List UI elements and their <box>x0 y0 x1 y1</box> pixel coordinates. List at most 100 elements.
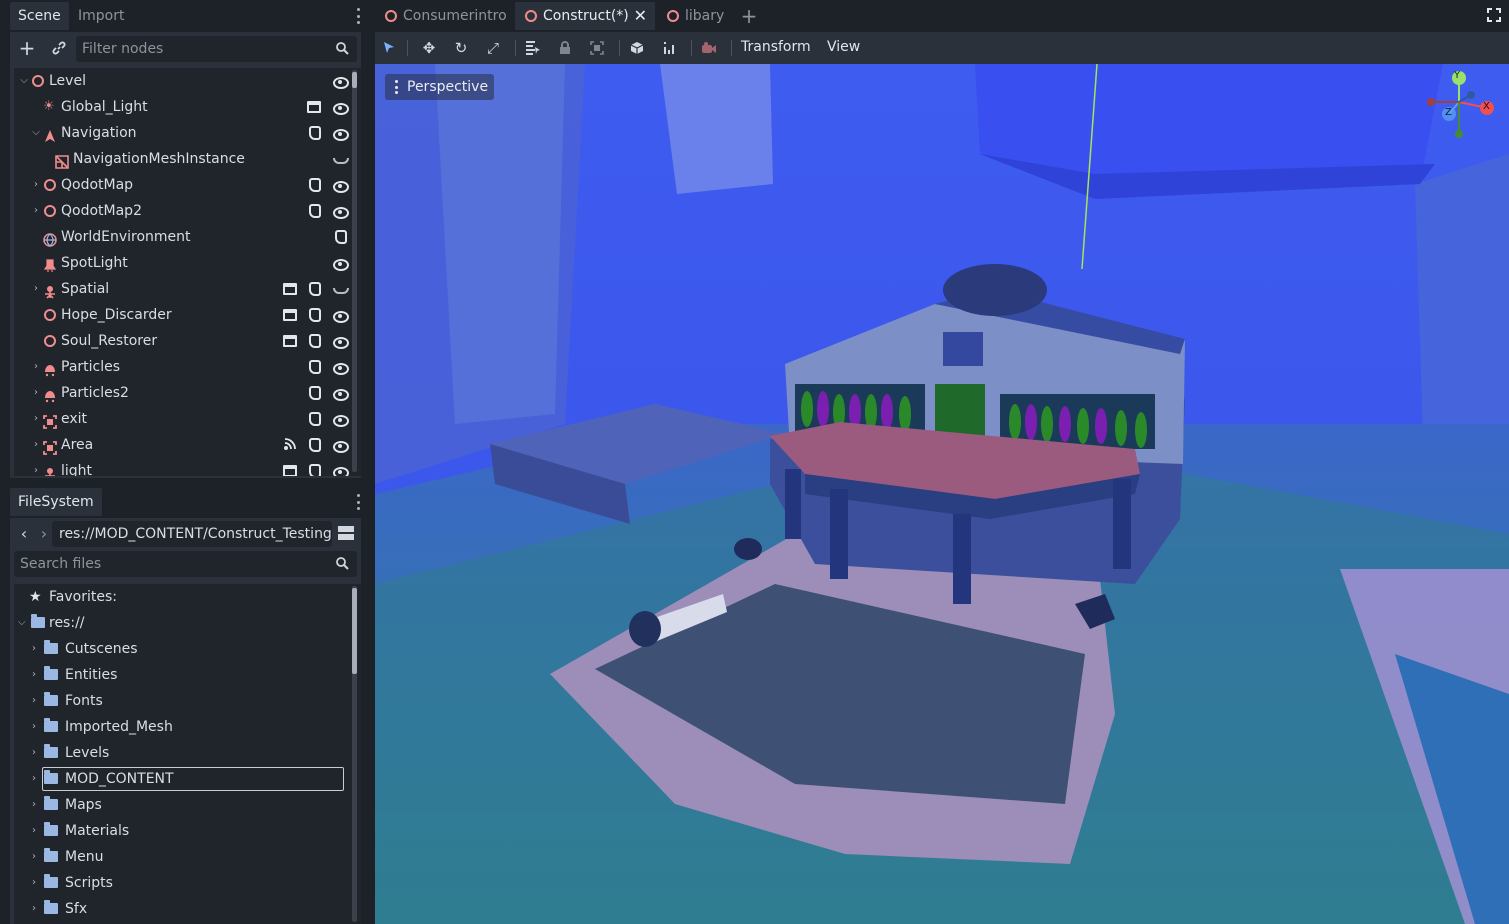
instanced-scene-icon[interactable] <box>283 283 297 295</box>
folder-item-sfx[interactable]: › Sfx <box>14 896 361 922</box>
move-mode-icon[interactable]: ✥ <box>419 38 439 58</box>
expand-arrow-icon[interactable]: › <box>32 688 36 714</box>
script-icon[interactable] <box>309 308 321 322</box>
expand-arrow-icon[interactable]: › <box>32 896 36 922</box>
tree-node-spotlight[interactable]: SpotLight <box>14 250 361 276</box>
rotate-mode-icon[interactable]: ↻ <box>451 38 471 58</box>
expand-arrow-icon[interactable]: › <box>30 406 42 432</box>
add-node-icon[interactable]: + <box>15 36 39 60</box>
visibility-eye-icon[interactable] <box>333 100 349 115</box>
expand-arrow-icon[interactable]: › <box>32 662 36 688</box>
tree-node-qodotmap2[interactable]: › QodotMap2 <box>14 198 361 224</box>
tab-import[interactable]: Import <box>70 2 132 30</box>
tree-node-qodotmap[interactable]: › QodotMap <box>14 172 361 198</box>
expand-arrow-icon[interactable]: › <box>30 458 42 476</box>
expand-arrow-icon[interactable]: › <box>30 380 42 406</box>
folder-item-menu[interactable]: › Menu <box>14 844 361 870</box>
search-files-input[interactable]: Search files <box>14 551 357 577</box>
instanced-scene-icon[interactable] <box>283 335 297 347</box>
instanced-scene-icon[interactable] <box>283 465 297 476</box>
script-icon[interactable] <box>309 438 321 452</box>
expand-arrow-icon[interactable]: › <box>30 432 42 458</box>
collapse-arrow-icon[interactable]: ⌵ <box>18 610 26 636</box>
tree-node-soul-restorer[interactable]: Soul_Restorer <box>14 328 361 354</box>
camera-icon[interactable] <box>699 38 719 58</box>
folder-item-scripts[interactable]: › Scripts <box>14 870 361 896</box>
view-menu[interactable]: View <box>827 32 860 64</box>
expand-arrow-icon[interactable]: › <box>30 276 42 302</box>
visibility-eye-icon[interactable] <box>333 178 349 193</box>
visibility-eye-icon[interactable] <box>333 464 349 476</box>
lock-icon[interactable] <box>555 38 575 58</box>
expand-arrow-icon[interactable]: › <box>30 354 42 380</box>
expand-arrow-icon[interactable]: › <box>32 870 36 896</box>
scene-tab-consumerintro[interactable]: Consumerintro <box>375 2 513 30</box>
visibility-hidden-icon[interactable] <box>333 152 349 166</box>
folder-item-entities[interactable]: › Entities <box>14 662 361 688</box>
folder-item-maps[interactable]: › Maps <box>14 792 361 818</box>
filesystem-scrollbar[interactable] <box>352 586 357 922</box>
tree-node-level[interactable]: ⌵ Level <box>14 68 361 94</box>
tree-node-navigation-mesh-instance[interactable]: NavigationMeshInstance <box>14 146 361 172</box>
tree-node-area[interactable]: › Area <box>14 432 361 458</box>
visibility-eye-icon[interactable] <box>333 308 349 323</box>
3d-viewport[interactable]: Perspective Y X Z <box>375 64 1509 924</box>
view-orientation-gizmo[interactable]: Y X Z <box>1419 64 1509 144</box>
script-icon[interactable] <box>309 464 321 476</box>
tree-node-particles2[interactable]: › Particles2 <box>14 380 361 406</box>
expand-arrow-icon[interactable]: › <box>32 636 36 662</box>
expand-arrow-icon[interactable]: › <box>32 740 36 766</box>
tree-node-spatial[interactable]: › Spatial <box>14 276 361 302</box>
expand-arrow-icon[interactable]: › <box>32 792 36 818</box>
folder-item-fonts[interactable]: › Fonts <box>14 688 361 714</box>
tree-node-navigation[interactable]: ⌵ Navigation <box>14 120 361 146</box>
list-select-icon[interactable] <box>523 38 543 58</box>
expand-arrow-icon[interactable]: › <box>32 844 36 870</box>
close-tab-icon[interactable]: ✕ <box>634 2 647 30</box>
use-snap-icon[interactable] <box>659 38 679 58</box>
scene-tree-scrollbar[interactable] <box>352 70 357 472</box>
visibility-eye-icon[interactable] <box>333 334 349 349</box>
visibility-eye-icon[interactable] <box>333 386 349 401</box>
transform-menu[interactable]: Transform <box>741 32 811 64</box>
tree-node-particles[interactable]: › Particles <box>14 354 361 380</box>
split-view-icon[interactable] <box>334 521 358 545</box>
tree-node-global-light[interactable]: ☀ Global_Light <box>14 94 361 120</box>
instanced-scene-icon[interactable] <box>307 101 321 113</box>
instanced-scene-icon[interactable] <box>283 309 297 321</box>
tab-scene[interactable]: Scene <box>10 2 69 30</box>
collapse-arrow-icon[interactable]: ⌵ <box>30 120 42 146</box>
scene-tab-libary[interactable]: libary <box>657 2 737 30</box>
expand-arrow-icon[interactable]: › <box>32 766 36 792</box>
res-root-item[interactable]: ⌵ res:// <box>14 610 361 636</box>
script-icon[interactable] <box>309 412 321 426</box>
filter-nodes-input[interactable]: Filter nodes <box>76 36 357 62</box>
expand-arrow-icon[interactable]: › <box>32 818 36 844</box>
group-icon[interactable] <box>587 38 607 58</box>
expand-arrow-icon[interactable]: › <box>32 714 36 740</box>
scrollbar-thumb[interactable] <box>352 588 357 674</box>
tree-node-light[interactable]: › light <box>14 458 361 476</box>
script-icon[interactable] <box>335 230 347 244</box>
scene-dock-menu-icon[interactable] <box>357 8 361 24</box>
folder-item-imported-mesh[interactable]: › Imported_Mesh <box>14 714 361 740</box>
signal-connections-icon[interactable] <box>283 437 297 451</box>
tab-filesystem[interactable]: FileSystem <box>10 488 102 516</box>
folder-item-mod-content[interactable]: › MOD_CONTENT <box>14 766 361 792</box>
new-scene-tab-icon[interactable]: + <box>739 2 759 30</box>
favorites-item[interactable]: ★ Favorites: <box>14 584 361 610</box>
folder-item-levels[interactable]: › Levels <box>14 740 361 766</box>
visibility-hidden-icon[interactable] <box>333 282 349 296</box>
visibility-eye-icon[interactable] <box>333 74 349 89</box>
distraction-free-icon[interactable] <box>1487 8 1501 22</box>
expand-arrow-icon[interactable]: › <box>30 198 42 224</box>
scrollbar-thumb[interactable] <box>352 72 357 88</box>
expand-arrow-icon[interactable]: › <box>30 172 42 198</box>
script-icon[interactable] <box>309 386 321 400</box>
tree-node-hope-discarder[interactable]: Hope_Discarder <box>14 302 361 328</box>
use-local-space-icon[interactable] <box>627 38 647 58</box>
scene-tab-construct[interactable]: Construct(*) ✕ <box>515 2 655 30</box>
scale-mode-icon[interactable]: ⤢ <box>483 38 503 58</box>
visibility-eye-icon[interactable] <box>333 412 349 427</box>
visibility-eye-icon[interactable] <box>333 126 349 141</box>
